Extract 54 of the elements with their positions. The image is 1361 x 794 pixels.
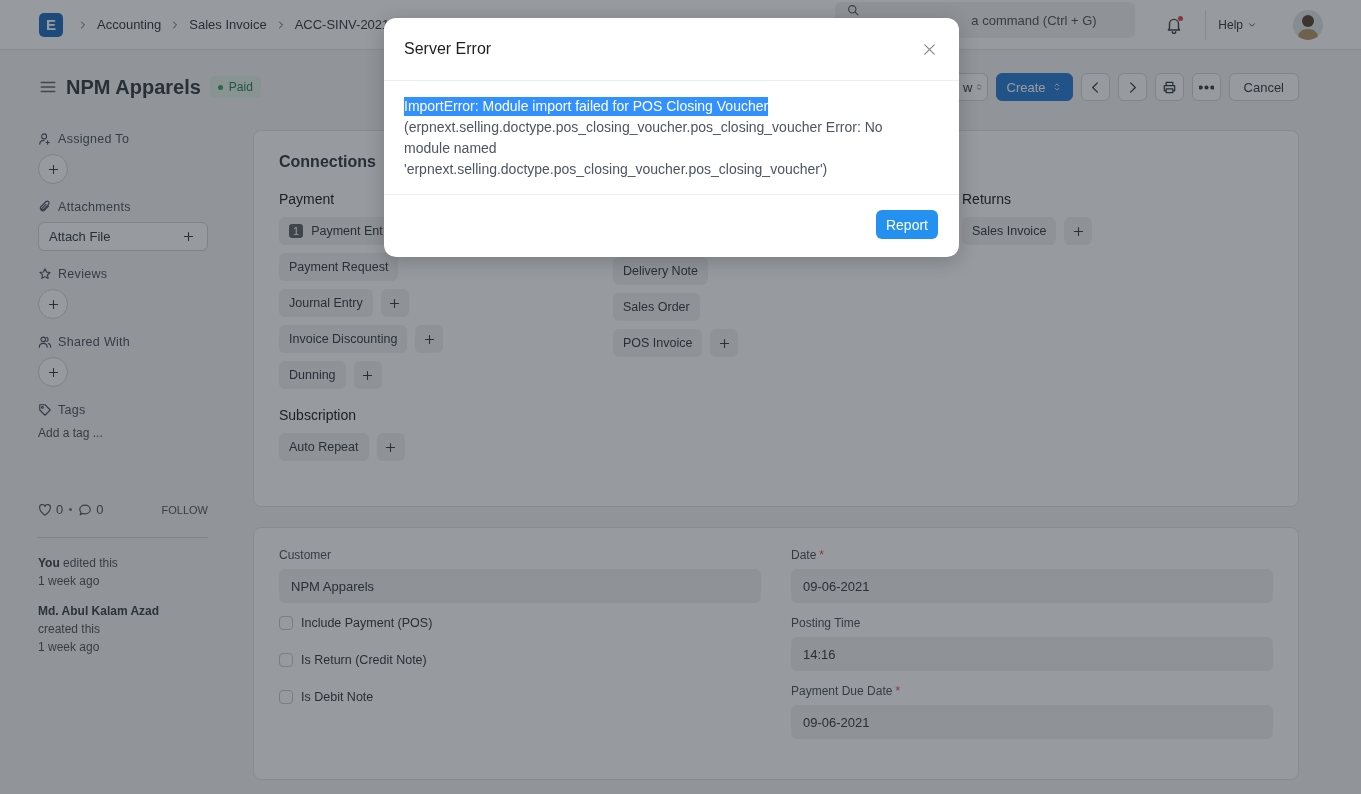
breadcrumb-link[interactable]: Sales Invoice [189, 17, 267, 32]
link-button[interactable]: Sales Order [613, 293, 700, 321]
section-label: Shared With [58, 335, 131, 349]
section-label: Tags [58, 403, 86, 417]
cancel-button[interactable]: Cancel [1228, 73, 1299, 101]
link-button[interactable]: Invoice Discounting [279, 325, 408, 353]
link-button[interactable]: Dunning [279, 361, 346, 389]
link-button[interactable]: Journal Entry [279, 289, 373, 317]
link-button[interactable]: POS Invoice [613, 329, 703, 357]
add-tag-link[interactable]: Add a tag ... [38, 426, 103, 440]
breadcrumb-link[interactable]: ACC-SINV-2021 [294, 17, 390, 32]
field-label: Date [791, 548, 817, 562]
follow-link[interactable]: FOLLOW [161, 503, 208, 516]
required-mark: * [895, 684, 901, 698]
group-title: Payment [279, 191, 336, 207]
link-button[interactable]: Sales Invoice [962, 217, 1057, 245]
activity-time: 1 week ago [38, 639, 101, 656]
page-title: NPM Apparels [66, 75, 201, 99]
link-button[interactable]: Auto Repeat [279, 433, 369, 461]
field-label: Posting Time [791, 616, 861, 630]
count-badge: 1 [289, 224, 304, 238]
field-label: Customer [279, 548, 331, 562]
status-badge: Paid [209, 76, 261, 98]
field-label: Payment Due Date [791, 684, 893, 698]
section-label: Attachments [58, 200, 131, 214]
error-message: (erpnext.selling.doctype.pos_closing_voucher.pos_closing_voucher Error: No module named 'erpnext.selling.doctype.pos_closing_voucher.pos_closing_voucher') [404, 118, 884, 179]
input-field[interactable]: NPM Apparels [279, 569, 761, 603]
checkbox-label: Is Return (Credit Note) [301, 653, 427, 667]
required-mark: * [819, 548, 825, 562]
group-title: Subscription [279, 407, 358, 423]
create-button[interactable]: Create [995, 73, 1073, 101]
dialog-title: Server Error [404, 40, 492, 58]
group-title: Returns [962, 191, 1013, 207]
checkbox-label: Include Payment (POS) [301, 616, 433, 630]
activity-text: Md. Abul Kalam Azad created this [38, 603, 161, 638]
link-button[interactable]: Payment Request [279, 253, 399, 281]
checkbox-label: Is Debit Note [301, 690, 374, 704]
comment-count: 0 [96, 502, 104, 517]
report-button[interactable]: Report [875, 210, 938, 239]
input-field[interactable]: 09-06-2021 [791, 569, 1273, 603]
activity-time: 1 week ago [38, 573, 101, 590]
section-label: Assigned To [58, 132, 130, 146]
input-field[interactable]: 09-06-2021 [791, 705, 1273, 739]
error-headline: ImportError: Module import failed for POS Closing Voucher [404, 97, 769, 116]
like-count: 0 [56, 502, 64, 517]
card-title: Connections [279, 153, 376, 171]
breadcrumb-link[interactable]: Accounting [97, 17, 162, 32]
input-field[interactable]: 14:16 [791, 637, 1273, 671]
app-logo[interactable]: E [39, 12, 63, 37]
help-menu[interactable]: Help [1218, 17, 1257, 32]
attach-file-button[interactable]: Attach File [38, 222, 208, 251]
activity-text: You edited this [38, 555, 119, 572]
link-button[interactable]: Delivery Note [613, 257, 709, 285]
section-label: Reviews [58, 267, 108, 281]
